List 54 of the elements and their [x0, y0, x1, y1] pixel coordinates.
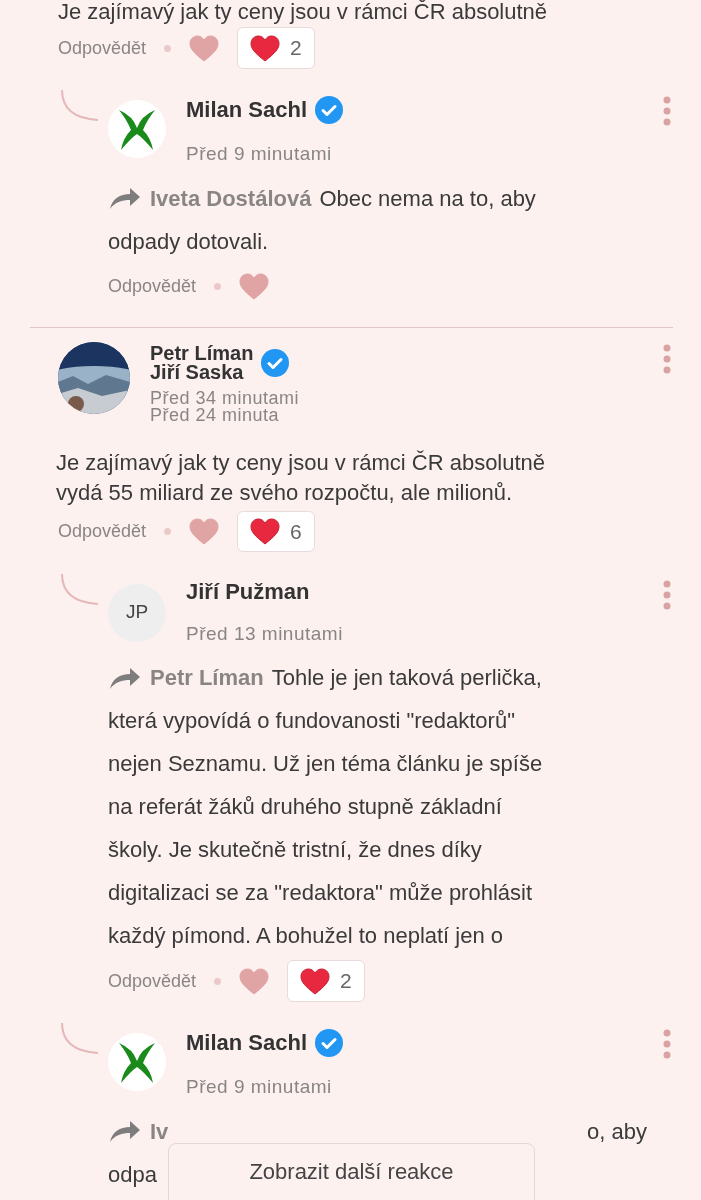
comment-text: odpady dotovali. [108, 227, 270, 256]
author-name[interactable]: Jiří Pužman [186, 579, 310, 604]
comment-text: Je zajímavý jak ty ceny jsou v rámci ČR absolutně [58, 0, 549, 24]
comment-text: na referát žáků druhého stupně základní [108, 793, 503, 821]
timestamp: Před 9 minutami [186, 142, 333, 166]
comment-text: Obec nema na to, aby [319, 184, 536, 213]
timestamp: Před 24 minuta [150, 406, 281, 424]
reply-link[interactable]: Odpovědět [108, 967, 197, 995]
heart-icon [300, 967, 331, 995]
separator-dot [164, 44, 172, 52]
like-button[interactable] [189, 34, 220, 62]
heart-icon [250, 34, 281, 62]
thread-connector [58, 573, 100, 606]
comment-text: Je zajímavý jak ty ceny jsou v rámci ČR absolutně [56, 448, 547, 477]
comment-text: školy. Je skutečně tristní, že dnes díky [108, 836, 483, 864]
comment-text: která vypovídá o fundovanosti "redaktorů" [108, 707, 516, 735]
mention-name[interactable]: Petr Líman [150, 656, 264, 699]
reaction-count[interactable]: 2 [237, 27, 315, 69]
author-name[interactable]: Jiří Saska [150, 362, 254, 382]
reply-link[interactable]: Odpovědět [58, 34, 147, 62]
thread-connector [58, 90, 100, 122]
author-name[interactable]: Petr Líman [150, 343, 254, 363]
like-button[interactable] [239, 273, 270, 300]
comment-text: Tohle je jen taková perlička, [271, 664, 542, 692]
timestamp: Před 9 minutami [186, 1075, 333, 1099]
comment-text: každý pímond. A bohužel to neplatí jen o [108, 922, 505, 950]
avatar: JP [108, 583, 166, 642]
more-options-icon[interactable] [663, 1029, 671, 1059]
more-options-icon[interactable] [663, 343, 671, 374]
mention-name[interactable]: Iv [150, 1109, 169, 1153]
like-button[interactable] [189, 518, 220, 545]
separator-dot [214, 977, 222, 985]
reply-link[interactable]: Odpovědět [108, 273, 197, 300]
like-button[interactable] [239, 967, 270, 995]
reaction-count[interactable]: 2 [287, 960, 365, 1002]
comment-text: o, aby [587, 1117, 647, 1146]
more-options-icon[interactable] [663, 579, 671, 610]
separator-dot [164, 528, 172, 535]
author-name[interactable]: Milan Sachl [186, 98, 308, 122]
more-options-icon[interactable] [663, 96, 671, 126]
comment-text: nejen Seznamu. Už jen téma článku je spíše [108, 750, 544, 778]
thread-connector [58, 1023, 100, 1055]
comment-text: vydá 55 miliard ze svého rozpočtu, ale milionů. [56, 478, 514, 507]
show-more-button[interactable]: Zobrazit další reakce [168, 1143, 535, 1200]
comment-text: odpa [108, 1160, 157, 1189]
heart-icon [250, 518, 281, 545]
reaction-count[interactable]: 6 [237, 510, 315, 553]
timestamp: Před 34 minutami [150, 389, 300, 407]
author-name[interactable]: Milan Sachl [186, 1031, 308, 1055]
reply-link[interactable]: Odpovědět [58, 518, 147, 545]
timestamp: Před 13 minutami [186, 621, 343, 646]
comment-text: digitalizaci se za "redaktora" může prohlásit [108, 879, 534, 907]
separator-dot [214, 283, 222, 290]
mention-name[interactable]: Iveta Dostálová [150, 176, 312, 220]
